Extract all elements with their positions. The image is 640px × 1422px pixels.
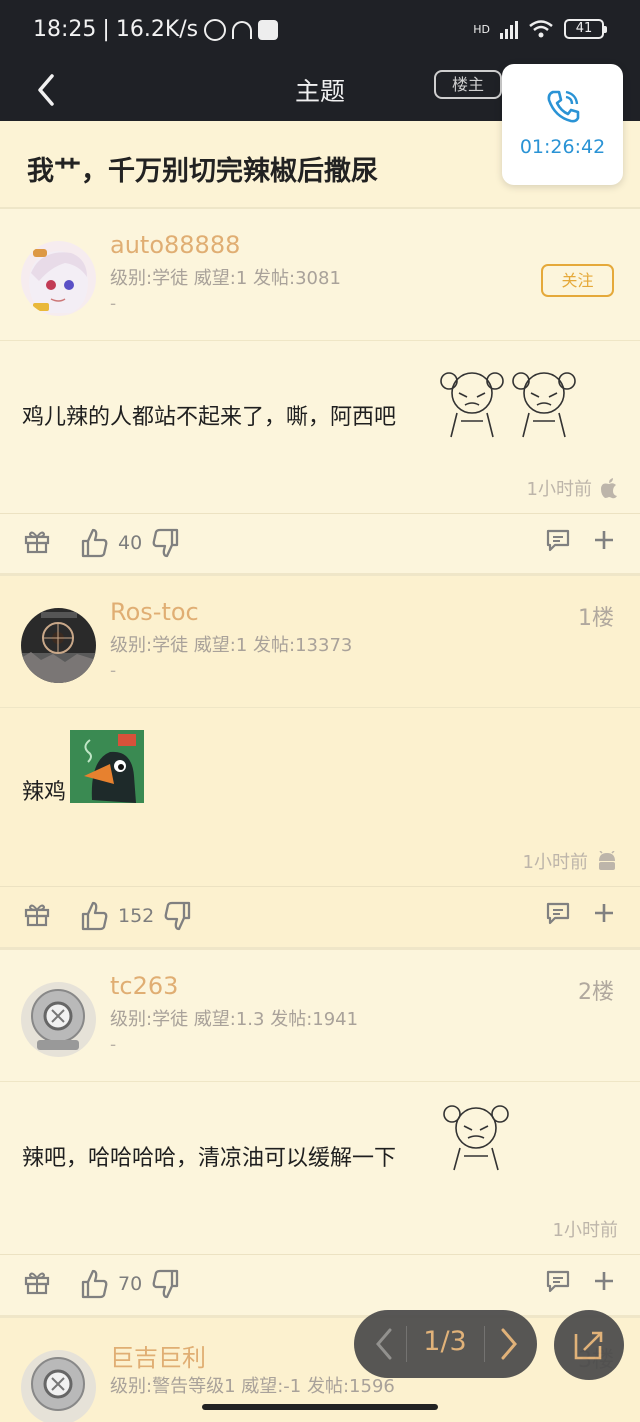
gift-icon [24,531,50,554]
like-button[interactable]: 70 [80,1269,180,1299]
like-button[interactable]: 152 [80,901,192,931]
post-content: 鸡儿辣的人都站不起来了，嘶，阿西吧 [22,405,397,430]
status-speed: 16.2K/s [115,17,199,42]
thumbs-up-icon [81,901,108,931]
user-stats: 级别:学徒 威望:1 发帖:13373 [110,635,353,656]
status-left: 18:25 | 16.2K/s [33,17,279,42]
topic-title: 我艹，千万别切完辣椒后撒尿 [27,156,378,187]
post-floor-2: tc263 级别:学徒 威望:1.3 发帖:1941 - 2楼 辣吧，哈哈哈哈，… [0,950,640,1316]
user-signature: - [110,294,117,314]
gift-icon [24,904,50,927]
comment-icon [546,1270,570,1293]
status-bar: 18:25 | 16.2K/s HD 41 [0,0,640,60]
gift-button[interactable] [24,901,50,927]
user-row: Ros-toc 级别:学徒 威望:1 发帖:13373 - 1楼 [0,576,640,708]
phone-icon [547,90,579,123]
like-count: 40 [118,532,143,554]
username[interactable]: tc263 [110,972,178,1000]
post-op: auto88888 级别:学徒 威望:1 发帖:3081 - 关注 鸡儿辣的人都… [0,209,640,575]
user-stats: 级别:学徒 威望:1 发帖:3081 [110,268,341,289]
follow-button[interactable]: 关注 [541,264,614,297]
thumbs-up-icon [81,528,108,558]
username[interactable]: Ros-toc [110,598,199,626]
reply-button[interactable] [545,528,571,552]
username[interactable]: 巨吉巨利 [110,1338,206,1373]
alarm-icon [204,18,227,41]
user-row: auto88888 级别:学徒 威望:1 发帖:3081 - 关注 [0,209,640,341]
post-time-text: 1小时前 [552,1220,618,1241]
plus-icon [595,531,613,549]
android-icon [599,851,615,870]
floor-number: 2楼 [578,980,614,1005]
sticker-image [443,1105,509,1171]
floor-number: 1楼 [578,606,614,631]
like-count: 70 [118,1273,143,1295]
pager-divider [484,1326,485,1362]
op-only-button[interactable]: 楼主 [434,70,502,99]
sticker-image [440,372,576,438]
like-button[interactable]: 40 [80,528,180,558]
reply-button[interactable] [545,1269,571,1293]
user-row: tc263 级别:学徒 威望:1.3 发帖:1941 - 2楼 [0,950,640,1082]
more-button[interactable] [592,528,616,552]
user-signature: - [110,1035,117,1055]
page-indicator[interactable]: 1/3 [410,1326,480,1357]
post-time-text: 1小时前 [526,479,592,500]
thumbs-down-icon[interactable] [164,901,192,931]
post-time-text: 1小时前 [522,852,588,873]
chevron-left-icon[interactable] [364,1322,404,1366]
gift-button[interactable] [24,528,50,554]
post-actions: 70 [0,1254,640,1314]
qq-icon [258,19,279,40]
post-actions: 40 [0,513,640,573]
status-divider: | [102,17,110,42]
user-stats: 级别:警告等级1 威望:-1 发帖:1596 [110,1376,395,1397]
sticker-image [70,730,144,803]
signal-icon [500,19,518,39]
post-content: 辣吧，哈哈哈哈，清凉油可以缓解一下 [22,1146,397,1171]
reply-button[interactable] [545,901,571,925]
call-timer: 01:26:42 [519,136,606,158]
plus-icon [595,904,613,922]
battery-icon: 41 [564,19,607,39]
status-right: HD 41 [473,19,607,39]
more-button[interactable] [592,901,616,925]
like-count: 152 [118,905,155,927]
call-floating-widget[interactable]: 01:26:42 [502,64,623,185]
avatar[interactable] [21,241,96,316]
plus-icon [595,1272,613,1290]
post-content: 辣鸡 [22,780,67,805]
thumbs-up-icon [81,1269,108,1299]
comment-icon [546,902,570,925]
chevron-right-icon[interactable] [489,1322,529,1366]
status-time: 18:25 [33,17,97,42]
post-time: 1小时前 [527,475,618,501]
home-indicator[interactable] [202,1404,438,1410]
user-stats: 级别:学徒 威望:1.3 发帖:1941 [110,1009,359,1030]
avatar[interactable] [21,982,96,1057]
avatar[interactable] [21,1350,96,1422]
thumbs-down-icon[interactable] [152,528,180,558]
thumbs-down-icon[interactable] [152,1269,180,1299]
more-button[interactable] [592,1269,616,1293]
gift-button[interactable] [24,1269,50,1295]
post-floor-1: Ros-toc 级别:学徒 威望:1 发帖:13373 - 1楼 辣鸡 1小时前 [0,576,640,948]
compose-button[interactable] [554,1310,624,1380]
user-signature: - [110,661,117,681]
post-time: 1小时前 [523,848,618,874]
pager-divider [406,1326,407,1362]
post-time: 1小时前 [553,1216,618,1242]
gift-icon [24,1272,50,1295]
wifi-icon [529,20,553,38]
headphones-icon [232,20,253,39]
network-type: HD [473,22,490,36]
comment-icon [546,529,570,552]
page-navigator: 1/3 [354,1310,537,1378]
avatar[interactable] [21,608,96,683]
username[interactable]: auto88888 [110,231,240,259]
edit-icon [574,1331,603,1360]
apple-icon [601,478,617,499]
post-actions: 152 [0,886,640,946]
